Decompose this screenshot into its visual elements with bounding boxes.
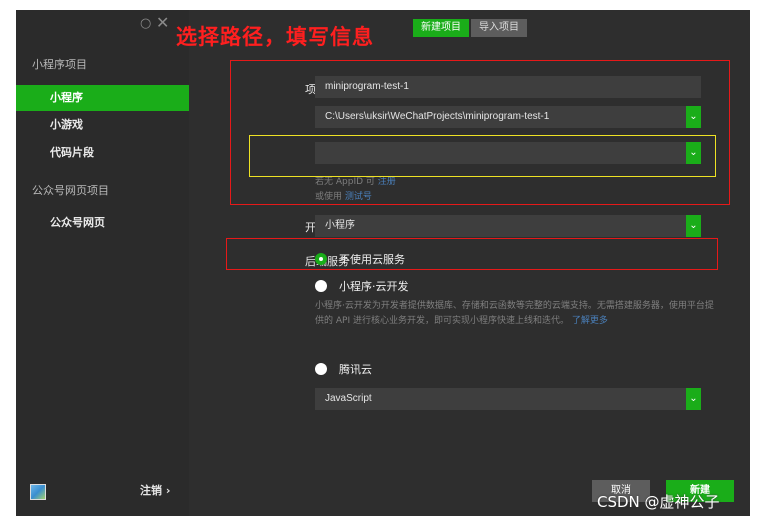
- annotation-yellow-box-appid: [249, 135, 716, 177]
- dev-mode-value: 小程序: [325, 220, 355, 231]
- minimize-icon[interactable]: ○: [140, 16, 151, 31]
- sidebar-item-minigame[interactable]: 小游戏: [16, 112, 189, 138]
- language-chevron-down-icon[interactable]: ⌄: [686, 388, 701, 410]
- close-icon[interactable]: ✕: [156, 13, 169, 32]
- annotation-red-box-backend: [226, 238, 718, 270]
- backend-option-tencent[interactable]: 腾讯云: [315, 361, 372, 377]
- tab-import-project[interactable]: 导入项目: [471, 19, 527, 37]
- avatar[interactable]: [30, 484, 46, 500]
- cloud-description-text: 小程序·云开发为开发者提供数据库、存储和云函数等完整的云端支持。无需搭建服务器，…: [315, 301, 714, 326]
- language-value: JavaScript: [325, 393, 372, 404]
- radio-unselected-icon[interactable]: [315, 363, 327, 375]
- dev-mode-chevron-down-icon[interactable]: ⌄: [686, 215, 701, 237]
- cloud-description: 小程序·云开发为开发者提供数据库、存储和云函数等完整的云端支持。无需搭建服务器，…: [315, 299, 715, 329]
- dev-mode-select[interactable]: 小程序 ⌄: [315, 215, 701, 237]
- radio-unselected-icon[interactable]: [315, 280, 327, 292]
- project-tabs: 新建项目 导入项目: [413, 19, 527, 37]
- logout-button[interactable]: 注销 ›: [140, 482, 170, 498]
- sidebar-item-miniprogram[interactable]: 小程序: [16, 85, 189, 111]
- backend-option-tencent-label: 腾讯云: [339, 363, 372, 376]
- sidebar-group-official-account: 公众号网页项目: [32, 184, 109, 197]
- learn-more-link[interactable]: 了解更多: [572, 316, 608, 326]
- sidebar: ○ ✕ 小程序项目 小程序 小游戏 代码片段 公众号网页项目 公众号网页 注销 …: [16, 10, 189, 516]
- backend-option-cloud[interactable]: 小程序·云开发: [315, 278, 409, 294]
- backend-option-cloud-label: 小程序·云开发: [339, 280, 409, 293]
- sidebar-group-miniprogram: 小程序项目: [32, 58, 87, 71]
- annotation-red-box-basic-info: [230, 60, 730, 205]
- sidebar-item-official-web[interactable]: 公众号网页: [16, 210, 189, 236]
- watermark: CSDN @虚神公子: [597, 493, 720, 511]
- language-select[interactable]: JavaScript ⌄: [315, 388, 701, 410]
- tab-new-project[interactable]: 新建项目: [413, 19, 469, 37]
- annotation-title: 选择路径，填写信息: [176, 25, 374, 49]
- sidebar-item-code-snippet[interactable]: 代码片段: [16, 140, 189, 166]
